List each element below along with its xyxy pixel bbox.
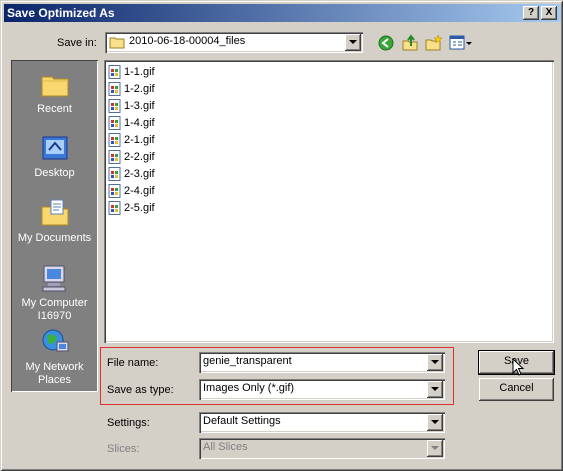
list-item[interactable]: 2-2.gif (108, 149, 155, 165)
back-icon[interactable] (377, 34, 395, 52)
list-item[interactable]: 1-2.gif (108, 81, 155, 97)
list-item[interactable]: 2-1.gif (108, 132, 155, 148)
network-globe-icon (42, 329, 68, 352)
file-name-label: File name: (107, 357, 159, 369)
close-button[interactable]: X (541, 6, 557, 20)
file-name: 1-3.gif (124, 100, 155, 112)
list-item[interactable]: 1-1.gif (108, 64, 155, 80)
title-bar[interactable]: Save Optimized As ? X (4, 4, 561, 22)
save-type-dropdown-icon[interactable] (427, 381, 443, 398)
gif-file-icon (108, 201, 121, 215)
list-item[interactable]: 2-4.gif (108, 183, 155, 199)
settings-dropdown-icon[interactable] (427, 414, 443, 431)
gif-file-icon (108, 116, 121, 130)
save-type-label: Save as type: (107, 384, 174, 396)
places-bar: Recent Desktop My Documents My Computer … (11, 60, 98, 392)
new-folder-icon[interactable] (425, 34, 443, 52)
save-in-label: Save in: (57, 37, 97, 49)
file-name-field[interactable]: genie_transparent (199, 352, 445, 373)
save-type-dropdown[interactable]: Images Only (*.gif) (199, 379, 445, 400)
save-dialog: Save Optimized As ? X Save in: 2010-06-1… (0, 0, 563, 471)
slices-value: All Slices (203, 441, 248, 453)
place-my-network[interactable]: My Network Places (11, 326, 98, 387)
slices-dropdown: All Slices (199, 438, 445, 459)
settings-value: Default Settings (203, 415, 281, 427)
settings-dropdown[interactable]: Default Settings (199, 412, 445, 433)
gif-file-icon (108, 65, 121, 79)
file-name: 1-4.gif (124, 117, 155, 129)
place-desktop[interactable]: Desktop (11, 132, 98, 180)
place-label-my-computer: My Computer I16970 (21, 297, 88, 322)
file-name: 2-4.gif (124, 185, 155, 197)
file-name: 2-1.gif (124, 134, 155, 146)
file-name: 2-2.gif (124, 151, 155, 163)
place-my-documents[interactable]: My Documents (11, 197, 98, 245)
file-name: 2-5.gif (124, 202, 155, 214)
gif-file-icon (108, 99, 121, 113)
window-title: Save Optimized As (7, 6, 115, 20)
up-folder-icon[interactable] (401, 34, 419, 52)
list-item[interactable]: 2-3.gif (108, 166, 155, 182)
cancel-button[interactable]: Cancel (479, 378, 554, 401)
place-label-desktop: Desktop (34, 167, 75, 179)
folder-icon (109, 37, 125, 49)
gif-file-icon (108, 82, 121, 96)
place-label-recent: Recent (37, 103, 72, 115)
slices-dropdown-icon (427, 440, 443, 457)
save-in-dropdown[interactable]: 2010-06-18-00004_files (105, 32, 363, 53)
help-button[interactable]: ? (523, 6, 539, 20)
place-label-my-documents: My Documents (17, 232, 92, 244)
gif-file-icon (108, 133, 121, 147)
gif-file-icon (108, 150, 121, 164)
file-name: 1-2.gif (124, 83, 155, 95)
gif-file-icon (108, 167, 121, 181)
place-label-my-network: My Network Places (25, 361, 84, 386)
file-name: 2-3.gif (124, 168, 155, 180)
my-documents-icon (41, 199, 68, 226)
chevron-down-icon[interactable] (345, 34, 361, 51)
list-item[interactable]: 1-3.gif (108, 98, 155, 114)
desktop-icon (42, 136, 67, 160)
save-in-value: 2010-06-18-00004_files (129, 35, 246, 47)
file-name-value: genie_transparent (203, 355, 292, 367)
list-item[interactable]: 1-4.gif (108, 115, 155, 131)
list-item[interactable]: 2-5.gif (108, 200, 155, 216)
file-name-dropdown-icon[interactable] (427, 354, 443, 371)
recent-folder-icon (41, 76, 68, 97)
file-name: 1-1.gif (124, 66, 155, 78)
place-my-computer[interactable]: My Computer I16970 (11, 262, 98, 323)
view-menu-icon[interactable] (449, 34, 473, 52)
file-list[interactable]: 1-1.gif 1-2.gif 1-3.gif 1-4.gif 2-1.gif 2-2.g… (104, 60, 554, 343)
slices-label: Slices: (107, 443, 140, 455)
settings-label: Settings: (107, 417, 150, 429)
gif-file-icon (108, 184, 121, 198)
save-type-value: Images Only (*.gif) (203, 382, 295, 394)
my-computer-icon (42, 265, 65, 292)
mouse-cursor-icon (512, 358, 525, 376)
place-recent[interactable]: Recent (11, 68, 98, 116)
